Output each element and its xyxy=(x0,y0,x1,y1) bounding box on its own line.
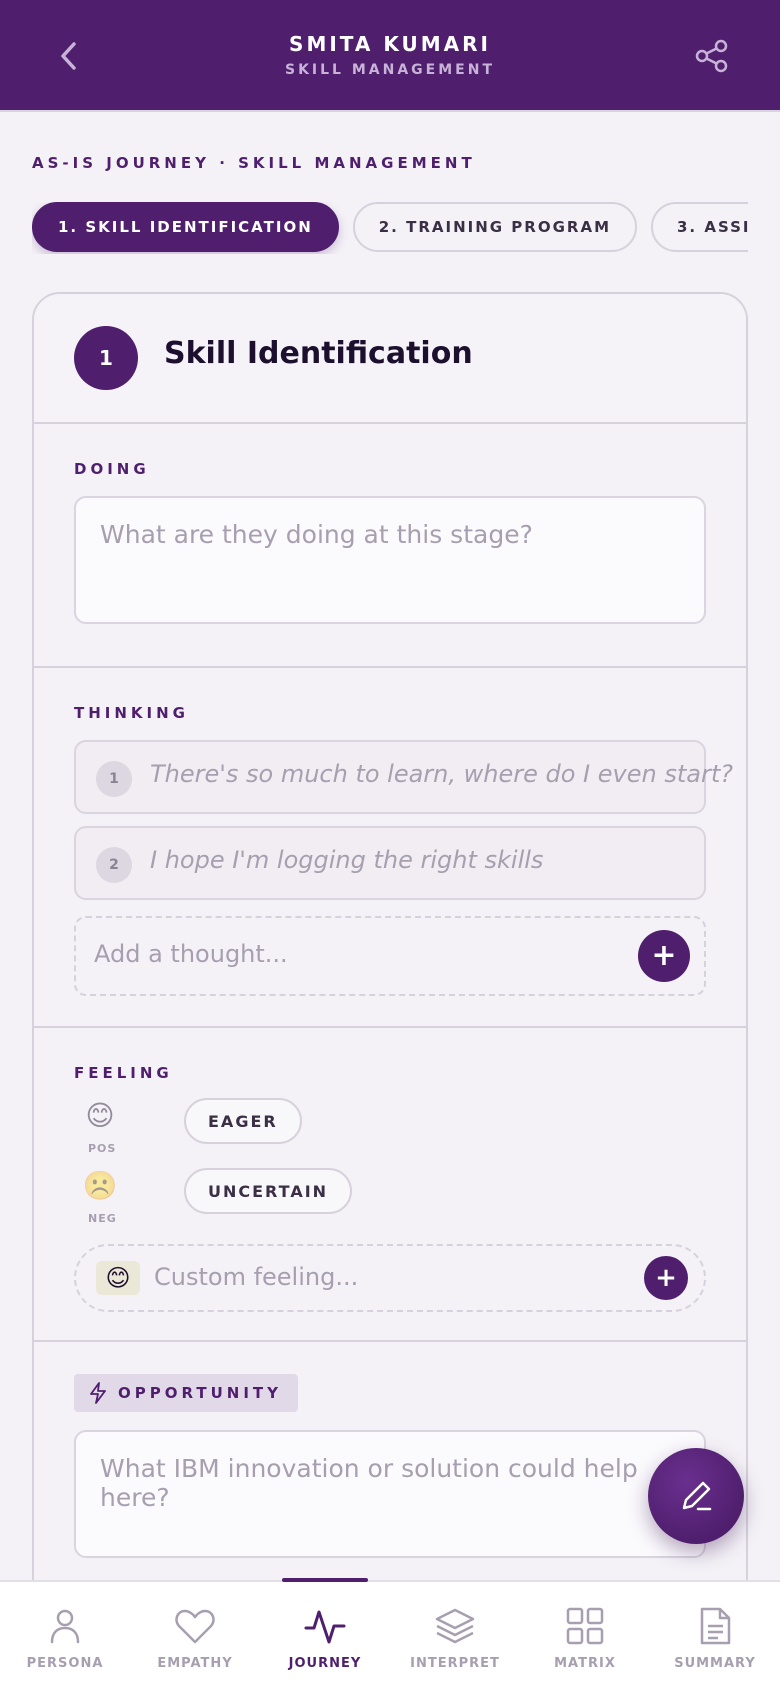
thought-number: 2 xyxy=(96,847,132,883)
opportunity-input[interactable]: What IBM innovation or solution could he… xyxy=(74,1430,706,1558)
persona-name: SMITA KUMARI xyxy=(289,32,491,56)
feeling-label: FEELING xyxy=(74,1064,173,1082)
chevron-left-icon xyxy=(61,42,76,70)
share-button[interactable] xyxy=(692,36,732,76)
tab-skill-identification[interactable]: 1. SKILL IDENTIFICATION xyxy=(32,202,339,252)
edit-pen-icon xyxy=(682,1481,712,1511)
feeling-row: ☹️ NEG UNCERTAIN xyxy=(74,1168,714,1228)
heart-icon xyxy=(175,1609,215,1644)
share-icon xyxy=(695,39,728,73)
nav-label: EMPATHY xyxy=(157,1656,233,1671)
back-button[interactable] xyxy=(52,36,84,76)
custom-feeling-field[interactable]: 😊 Custom feeling... + xyxy=(74,1244,706,1312)
stage-card: 1 Skill Identification DOING What are th… xyxy=(32,292,748,1688)
grid-icon xyxy=(566,1607,604,1645)
tab-assignment[interactable]: 3. ASSIGNMENT AL xyxy=(651,202,748,252)
feeling-chip-uncertain[interactable]: UNCERTAIN xyxy=(184,1168,353,1214)
stage-number-badge: 1 xyxy=(74,326,138,390)
nav-label: PERSONA xyxy=(26,1656,104,1671)
pulse-icon xyxy=(304,1610,346,1644)
doing-input[interactable]: What are they doing at this stage? xyxy=(74,496,706,624)
stage-title: Skill Identification xyxy=(164,336,473,371)
add-feeling-button[interactable]: + xyxy=(644,1256,688,1300)
feeling-polarity-tag: NEG xyxy=(88,1212,117,1225)
nav-item-persona[interactable]: PERSONA xyxy=(0,1582,130,1688)
bottom-nav: PERSONA EMPATHY JOURNEY INTERPRET MATRIX xyxy=(0,1578,780,1688)
add-thought-button[interactable]: + xyxy=(638,930,690,982)
header-titles: SMITA KUMARI SKILL MANAGEMENT xyxy=(180,32,600,78)
opportunity-label: OPPORTUNITY xyxy=(118,1384,283,1402)
feeling-row: 😊 POS EAGER xyxy=(74,1098,714,1158)
doing-section: DOING What are they doing at this stage? xyxy=(34,424,746,668)
thought-text: I hope I'm logging the right skills xyxy=(150,846,544,874)
feeling-section: FEELING 😊 POS EAGER ☹️ NEG UNCERTAIN 😊 C… xyxy=(34,1028,746,1342)
add-thought-field[interactable]: Add a thought... + xyxy=(74,916,706,996)
nav-item-empathy[interactable]: EMPATHY xyxy=(130,1582,260,1688)
layers-icon xyxy=(435,1608,475,1644)
nav-label: INTERPRET xyxy=(410,1656,500,1671)
stage-tabs: 1. SKILL IDENTIFICATION 2. TRAINING PROG… xyxy=(32,202,748,254)
add-thought-placeholder: Add a thought... xyxy=(94,940,288,968)
lightning-icon xyxy=(90,1382,106,1404)
nav-label: JOURNEY xyxy=(288,1656,362,1671)
positive-emoji-icon: 😊 xyxy=(85,1099,115,1132)
nav-item-interpret[interactable]: INTERPRET xyxy=(390,1582,520,1688)
nav-item-summary[interactable]: SUMMARY xyxy=(650,1582,780,1688)
opportunity-badge: OPPORTUNITY xyxy=(74,1374,299,1412)
active-tab-indicator xyxy=(282,1578,368,1582)
feeling-chip-eager[interactable]: EAGER xyxy=(184,1098,302,1144)
nav-item-matrix[interactable]: MATRIX xyxy=(520,1582,650,1688)
thought-number: 1 xyxy=(96,761,132,797)
app-header: SMITA KUMARI SKILL MANAGEMENT xyxy=(0,0,780,112)
stage-card-header: 1 Skill Identification xyxy=(34,294,746,424)
thought-item[interactable]: 2 I hope I'm logging the right skills xyxy=(74,826,706,900)
section-label: AS-IS JOURNEY · SKILL MANAGEMENT xyxy=(32,154,476,172)
thinking-label: THINKING xyxy=(74,704,189,722)
negative-emoji-icon: ☹️ xyxy=(82,1169,118,1202)
custom-feeling-placeholder: Custom feeling... xyxy=(154,1263,359,1291)
nav-item-journey[interactable]: JOURNEY xyxy=(260,1578,390,1688)
nav-label: MATRIX xyxy=(554,1656,616,1671)
emoji-picker-button[interactable]: 😊 xyxy=(96,1261,140,1295)
edit-fab-button[interactable] xyxy=(648,1448,744,1544)
doing-label: DOING xyxy=(74,460,150,478)
tab-training-program[interactable]: 2. TRAINING PROGRAM xyxy=(352,202,637,252)
thought-text: There's so much to learn, where do I eve… xyxy=(150,760,733,788)
scenario-name: SKILL MANAGEMENT xyxy=(285,62,495,78)
person-icon xyxy=(50,1609,80,1644)
thinking-section: THINKING 1 There's so much to learn, whe… xyxy=(34,668,746,1028)
document-icon xyxy=(700,1607,731,1645)
feeling-polarity-tag: POS xyxy=(88,1142,117,1155)
thought-item[interactable]: 1 There's so much to learn, where do I e… xyxy=(74,740,733,814)
nav-label: SUMMARY xyxy=(674,1656,756,1671)
